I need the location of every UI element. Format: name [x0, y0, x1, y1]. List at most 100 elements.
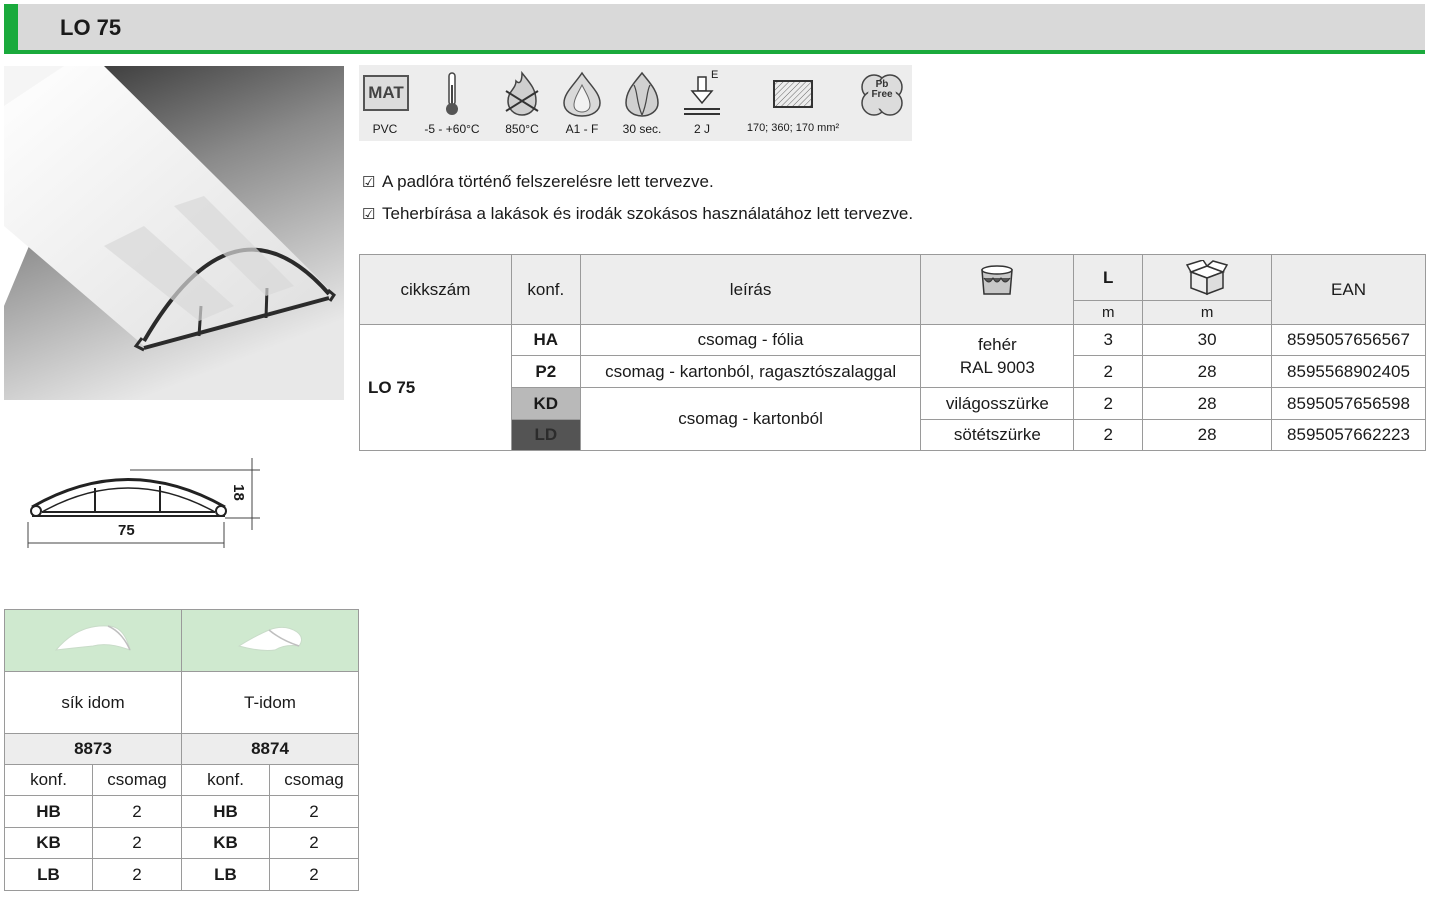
thermometer-icon	[446, 72, 458, 115]
ean-cell: 8595057656567	[1271, 324, 1426, 356]
t-joint-icon	[237, 626, 303, 651]
acc-config: LB	[181, 858, 270, 891]
flat-joint-icon	[54, 625, 131, 651]
accessory-name: sík idom	[4, 671, 182, 734]
accessory-code: 8873	[4, 733, 182, 765]
spec-burn-time: 30 sec.	[613, 65, 671, 141]
length-cell: 2	[1073, 355, 1144, 388]
table-row: KB 2 KB 2	[4, 827, 359, 859]
paint-bucket-icon	[981, 264, 1014, 295]
header-length-unit: m	[1073, 300, 1144, 325]
article-number: LO 75	[359, 324, 512, 451]
acc-config: HB	[4, 795, 93, 828]
acc-config: HB	[181, 795, 270, 828]
flame-drop-icon	[563, 71, 601, 117]
header-description: leírás	[579, 254, 922, 325]
acc-pack: 2	[92, 795, 182, 828]
free-text: Free	[871, 89, 893, 100]
product-table: cikkszám konf. leírás L EAN m m LO 75 HA…	[359, 254, 1426, 451]
flame-duration-icon	[625, 71, 659, 117]
feature-text: Teherbírása a lakások és irodák szokásos…	[382, 204, 914, 223]
header-config: konf.	[510, 254, 581, 325]
acc-pack: 2	[269, 795, 359, 828]
impact-energy-letter: E	[711, 69, 719, 81]
ean-cell: 8595057656598	[1271, 387, 1426, 420]
acc-pack: 2	[269, 827, 359, 859]
spec-temperature: -5 - +60°C	[415, 65, 489, 141]
checkbox-icon: ☑	[362, 174, 376, 191]
spec-label: A1 - F	[565, 122, 599, 136]
acc-pack: 2	[92, 827, 182, 859]
height-dimension: 18	[229, 484, 247, 501]
ean-cell: 8595057662223	[1271, 419, 1426, 451]
spec-label: -5 - +60°C	[424, 122, 480, 136]
table-row: LB 2 LB 2	[4, 858, 359, 891]
spec-material: MAT PVC	[359, 65, 411, 141]
mat-icon: MAT	[363, 75, 409, 111]
spec-label: 170; 360; 170 mm²	[746, 122, 840, 134]
acc-pack: 2	[92, 858, 182, 891]
length-cell: 2	[1073, 419, 1144, 451]
table-row: LO 75 HA csomag - fólia fehér RAL 9003 3…	[359, 324, 1426, 451]
title-bar: LO 75	[4, 4, 1425, 54]
spec-lead-free: Pb Free	[855, 65, 909, 141]
acc-config: KB	[181, 827, 270, 859]
width-dimension: 75	[118, 522, 135, 539]
package-cell: 28	[1142, 387, 1273, 420]
spec-label: 2 J	[693, 122, 710, 136]
spec-label: 850°C	[505, 122, 539, 136]
color-name: fehér	[977, 335, 1017, 354]
product-photo	[4, 66, 344, 400]
flame-wire-icon	[505, 71, 539, 116]
config-cell: HA	[510, 324, 581, 356]
package-cell: 30	[1142, 324, 1273, 356]
table-row: KD csomag - kartonból világosszürke 2 28…	[360, 387, 1426, 451]
header-color	[920, 254, 1075, 325]
checkbox-icon: ☑	[362, 206, 376, 223]
package-cell: 28	[1142, 355, 1273, 388]
description-cell: csomag - fólia	[579, 324, 922, 356]
feature-text: A padlóra történő felszerelésre lett ter…	[382, 172, 714, 191]
color-cell: fehér RAL 9003	[920, 324, 1075, 388]
spec-cross-section: 170; 360; 170 mm²	[733, 65, 853, 141]
color-cell: sötétszürke	[920, 419, 1075, 451]
ean-cell: 8595568902405	[1271, 355, 1426, 388]
box-icon	[1185, 259, 1229, 295]
cross-section-drawing: 75 18	[20, 450, 270, 550]
length-cell: 3	[1073, 324, 1144, 356]
accessory-code: 8874	[181, 733, 359, 765]
acc-pack: 2	[269, 858, 359, 891]
acc-config: LB	[4, 858, 93, 891]
accessory-image	[181, 609, 359, 672]
length-cell: 2	[1073, 387, 1144, 420]
spec-icon-strip: MAT PVC -5 - +60°C 850°C A1 - F 30 sec.	[359, 65, 912, 141]
color-cell: világosszürke	[920, 387, 1075, 420]
page-title: LO 75	[60, 15, 122, 40]
acc-header-config: konf.	[181, 764, 270, 796]
header-length: L	[1073, 254, 1144, 301]
spec-flammability: A1 - F	[555, 65, 609, 141]
title-accent	[4, 4, 18, 54]
acc-header-config: konf.	[4, 764, 93, 796]
header-article: cikkszám	[359, 254, 512, 325]
package-cell: 28	[1142, 419, 1273, 451]
spec-impact: E 2 J	[675, 65, 729, 141]
header-package	[1142, 254, 1273, 301]
description-cell: csomag - kartonból	[579, 387, 922, 451]
feature-item: ☑ A padlóra történő felszerelésre lett te…	[362, 170, 913, 202]
description-cell: csomag - kartonból, ragasztószalaggal	[579, 355, 922, 388]
color-ral: RAL 9003	[959, 358, 1035, 377]
acc-config: KB	[4, 827, 93, 859]
spec-label: PVC	[372, 122, 398, 136]
header-package-unit: m	[1142, 300, 1273, 325]
config-cell: KD	[510, 387, 581, 420]
feature-list: ☑ A padlóra történő felszerelésre lett te…	[362, 170, 913, 234]
accessory-name: T-idom	[181, 671, 359, 734]
accessory-image	[4, 609, 182, 672]
header-ean: EAN	[1271, 254, 1426, 325]
table-row: P2 csomag - kartonból, ragasztószalaggal…	[360, 355, 1426, 388]
config-cell: P2	[510, 355, 581, 388]
acc-header-pack: csomag	[92, 764, 182, 796]
spec-glow-wire: 850°C	[493, 65, 551, 141]
config-cell: LD	[510, 419, 581, 451]
